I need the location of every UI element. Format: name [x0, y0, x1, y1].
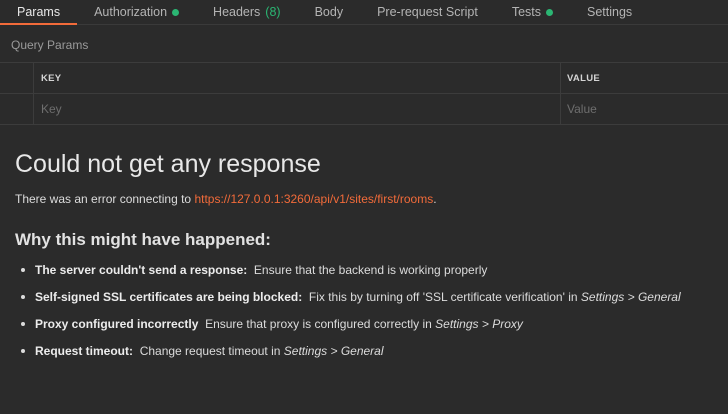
tab-label: Tests: [511, 5, 541, 19]
key-placeholder: Key: [41, 102, 62, 116]
request-tabs: Params Authorization Headers (8) Body Pre…: [0, 0, 728, 25]
reasons-list: The server couldn't send a response: Ens…: [15, 262, 728, 370]
key-header-label: KEY: [41, 72, 62, 84]
status-dot-icon: [546, 8, 553, 16]
query-params-table: KEY VALUE Key Value: [0, 62, 728, 125]
checkbox-column: [0, 63, 34, 93]
settings-path-link[interactable]: Settings > Proxy: [435, 317, 523, 331]
response-error-panel: Could not get any response There was an …: [0, 148, 728, 370]
headers-count: (8): [265, 5, 281, 19]
value-header-label: VALUE: [567, 72, 600, 84]
settings-path-link[interactable]: Settings > General: [581, 290, 681, 304]
error-message: There was an error connecting to https:/…: [15, 191, 728, 207]
tab-pre-request-script[interactable]: Pre-request Script: [360, 0, 495, 24]
row-checkbox[interactable]: [0, 94, 34, 124]
reason-text: Fix this by turning off 'SSL certificate…: [308, 290, 581, 304]
list-item: The server couldn't send a response: Ens…: [15, 262, 728, 289]
error-message-suffix: .: [433, 192, 437, 206]
error-message-prefix: There was an error connecting to: [15, 192, 195, 206]
request-url-link[interactable]: https://127.0.0.1:3260/api/v1/sites/firs…: [194, 192, 433, 206]
reason-title: Proxy configured incorrectly: [35, 317, 199, 331]
list-item: Proxy configured incorrectly Ensure that…: [15, 316, 728, 343]
value-input[interactable]: Value: [561, 94, 728, 124]
list-item: Request timeout: Change request timeout …: [15, 343, 728, 370]
reason-text: Ensure that the backend is working prope…: [253, 263, 488, 277]
tab-label: Authorization: [94, 5, 168, 19]
tab-label: Params: [17, 5, 61, 19]
query-params-title: Query Params: [11, 38, 89, 52]
value-placeholder: Value: [567, 102, 597, 116]
list-item: Self-signed SSL certificates are being b…: [15, 289, 728, 316]
settings-path-link[interactable]: Settings > General: [284, 344, 384, 358]
tab-label: Settings: [587, 5, 633, 19]
key-input[interactable]: Key: [34, 94, 561, 124]
reason-text: Change request timeout in: [139, 344, 284, 358]
tab-params[interactable]: Params: [0, 0, 78, 25]
reason-text: Ensure that proxy is configured correctl…: [205, 317, 436, 331]
error-title: Could not get any response: [15, 150, 321, 178]
tab-headers[interactable]: Headers (8): [196, 0, 298, 24]
value-column-header: VALUE: [561, 63, 728, 93]
status-dot-icon: [172, 8, 180, 16]
table-header-row: KEY VALUE: [0, 63, 728, 93]
tab-label: Headers: [213, 5, 261, 19]
tab-settings[interactable]: Settings: [570, 0, 649, 24]
tab-label: Pre-request Script: [377, 5, 478, 19]
table-row: Key Value: [0, 93, 728, 124]
reason-title: The server couldn't send a response:: [35, 263, 248, 277]
key-column-header: KEY: [34, 63, 561, 93]
tab-authorization[interactable]: Authorization: [77, 0, 196, 24]
reason-title: Request timeout:: [35, 344, 134, 358]
tab-label: Body: [314, 5, 344, 19]
reason-title: Self-signed SSL certificates are being b…: [35, 290, 303, 304]
tab-tests[interactable]: Tests: [495, 0, 570, 24]
tab-body[interactable]: Body: [298, 0, 361, 24]
why-heading: Why this might have happened:: [15, 230, 271, 249]
